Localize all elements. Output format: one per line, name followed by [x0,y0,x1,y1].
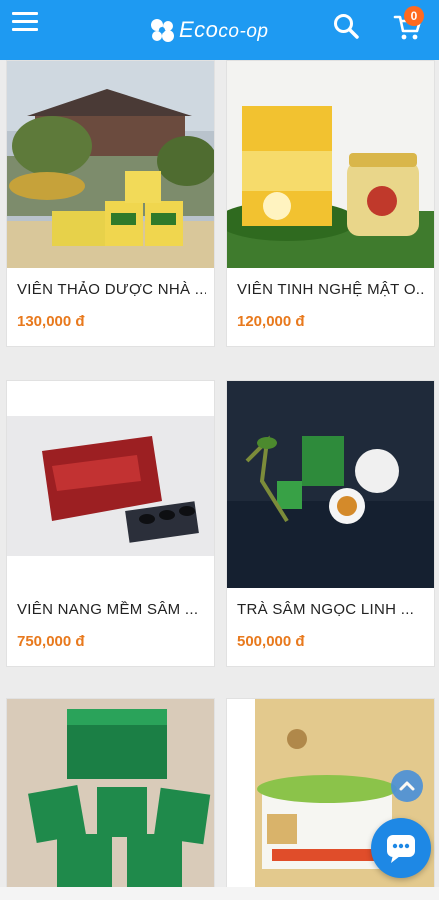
product-price: 750,000 đ [17,633,85,650]
product-image[interactable] [7,61,214,268]
product-image[interactable] [227,61,434,268]
cart-count-badge: 0 [404,6,424,26]
scroll-to-top-button[interactable] [391,770,423,802]
product-card[interactable]: TRÀ SÂM NGỌC LINH ... 500,000 đ [226,380,435,667]
product-price: 500,000 đ [237,633,305,650]
product-image[interactable] [7,381,214,588]
menu-icon[interactable] [12,12,38,34]
product-name[interactable]: VIÊN NANG MỀM SÂM ... [17,601,206,618]
ecocoop-logo[interactable]: Ecoco-op [148,12,268,48]
product-price: 130,000 đ [17,313,85,330]
product-image[interactable] [7,699,214,899]
product-name[interactable]: TRÀ SÂM NGỌC LINH ... [237,601,426,618]
chat-icon [387,835,415,863]
product-card[interactable]: VIÊN NANG MỀM SÂM ... 750,000 đ [6,380,215,667]
top-app-bar: Ecoco-op 0 [0,0,439,60]
bottom-edge [0,887,439,900]
product-price: 120,000 đ [237,313,305,330]
product-card[interactable] [6,698,215,899]
logo-text: Ecoco-op [179,17,269,42]
search-icon[interactable] [332,12,360,40]
product-card[interactable]: VIÊN THẢO DƯỢC NHÀ ... 130,000 đ [6,60,215,347]
arrow-up-icon [399,781,415,791]
chat-button[interactable] [371,818,431,878]
product-image[interactable] [227,381,434,588]
product-name[interactable]: VIÊN THẢO DƯỢC NHÀ ... [17,281,206,298]
product-name[interactable]: VIÊN TINH NGHỆ MẬT O... [237,281,426,298]
logo-mark-icon [151,19,174,42]
product-card[interactable]: VIÊN TINH NGHỆ MẬT O... 120,000 đ [226,60,435,347]
